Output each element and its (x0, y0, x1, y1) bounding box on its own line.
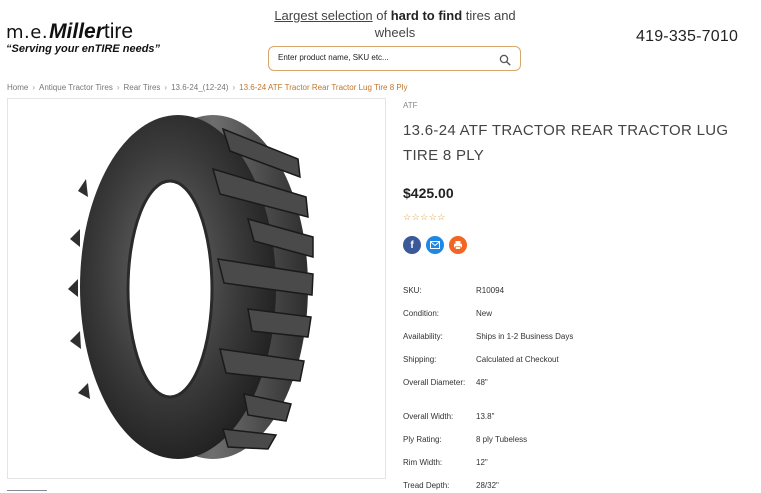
logo-tire-text: tire (103, 20, 134, 43)
spec-label: Availability: (403, 332, 443, 341)
logo-tagline: “Serving your enTIRE needs” (6, 43, 161, 55)
spec-label: Overall Width: (403, 412, 454, 421)
product-image[interactable] (7, 98, 386, 479)
product-brand[interactable]: ATF (403, 101, 418, 110)
phone-number[interactable]: 419-335-7010 (636, 28, 738, 46)
spec-row-condition: Condition: New (403, 307, 743, 330)
print-icon[interactable] (449, 236, 467, 254)
email-icon[interactable] (426, 236, 444, 254)
breadcrumb: Home › Antique Tractor Tires › Rear Tires › 13… (7, 83, 408, 92)
spec-row-availability: Availability: Ships in 1-2 Business Days (403, 330, 743, 353)
spec-value: Calculated at Checkout (476, 355, 559, 364)
search-bar (268, 46, 521, 71)
spec-value: 28/32" (476, 481, 499, 490)
chevron-right-icon: › (116, 83, 120, 92)
spec-row-sku: SKU: R10094 (403, 284, 743, 307)
spec-value: Ships in 1-2 Business Days (476, 332, 574, 341)
tagline-hard-to-find: hard to find (390, 8, 463, 23)
tagline-largest-selection: Largest selection (274, 8, 373, 23)
spec-value: New (476, 309, 493, 318)
spec-value: 8 ply Tubeless (476, 435, 528, 444)
facebook-icon[interactable]: f (403, 236, 421, 254)
chevron-right-icon: › (164, 83, 168, 92)
spec-value: R10094 (476, 286, 505, 295)
tagline-of: of (372, 8, 391, 23)
spec-row-rim-width: Rim Width: 12" (403, 456, 743, 479)
tire-image (68, 115, 314, 459)
spec-label: Condition: (403, 309, 440, 318)
spec-row-overall-width: Overall Width: 13.8" (403, 410, 743, 433)
logo-miller-text: Miller (49, 20, 104, 43)
product-title: 13.6-24 ATF TRACTOR REAR TRACTOR LUG TIR… (403, 122, 729, 164)
chevron-right-icon: › (32, 83, 36, 92)
spec-label: SKU: (403, 286, 422, 295)
spec-row-overall-diameter: Overall Diameter: 48" (403, 376, 743, 410)
spec-row-tread-depth: Tread Depth: 28/32" (403, 479, 743, 493)
spec-value: 13.8" (476, 412, 495, 421)
product-specs: SKU: R10094 Condition: New Availability:… (403, 284, 743, 493)
breadcrumb-size[interactable]: 13.6-24_(12-24) (171, 83, 228, 92)
search-input[interactable] (278, 53, 488, 62)
spec-label: Overall Diameter: (403, 378, 466, 387)
rating-stars[interactable]: ☆☆☆☆☆ (403, 212, 446, 223)
spec-row-shipping: Shipping: Calculated at Checkout (403, 353, 743, 376)
spec-row-ply-rating: Ply Rating: 8 ply Tubeless (403, 433, 743, 456)
search-icon[interactable] (499, 53, 511, 66)
spec-label: Tread Depth: (403, 481, 450, 490)
spec-label: Rim Width: (403, 458, 443, 467)
share-buttons: f (403, 236, 467, 254)
site-logo[interactable]: m.e. Miller tire “Serving your enTIRE need… (6, 20, 176, 55)
spec-label: Ply Rating: (403, 435, 442, 444)
logo-me-text: m.e. (6, 22, 49, 43)
breadcrumb-home[interactable]: Home (7, 83, 28, 92)
breadcrumb-antique-tractor-tires[interactable]: Antique Tractor Tires (39, 83, 113, 92)
spec-label: Shipping: (403, 355, 437, 364)
breadcrumb-rear-tires[interactable]: Rear Tires (124, 83, 161, 92)
chevron-right-icon: › (232, 83, 236, 92)
breadcrumb-current: 13.6-24 ATF Tractor Rear Tractor Lug Tir… (239, 83, 408, 92)
spec-value: 12" (476, 458, 488, 467)
header-tagline: Largest selection of hard to find tires … (270, 7, 520, 41)
product-price: $425.00 (403, 185, 454, 201)
spec-value: 48" (476, 378, 488, 387)
